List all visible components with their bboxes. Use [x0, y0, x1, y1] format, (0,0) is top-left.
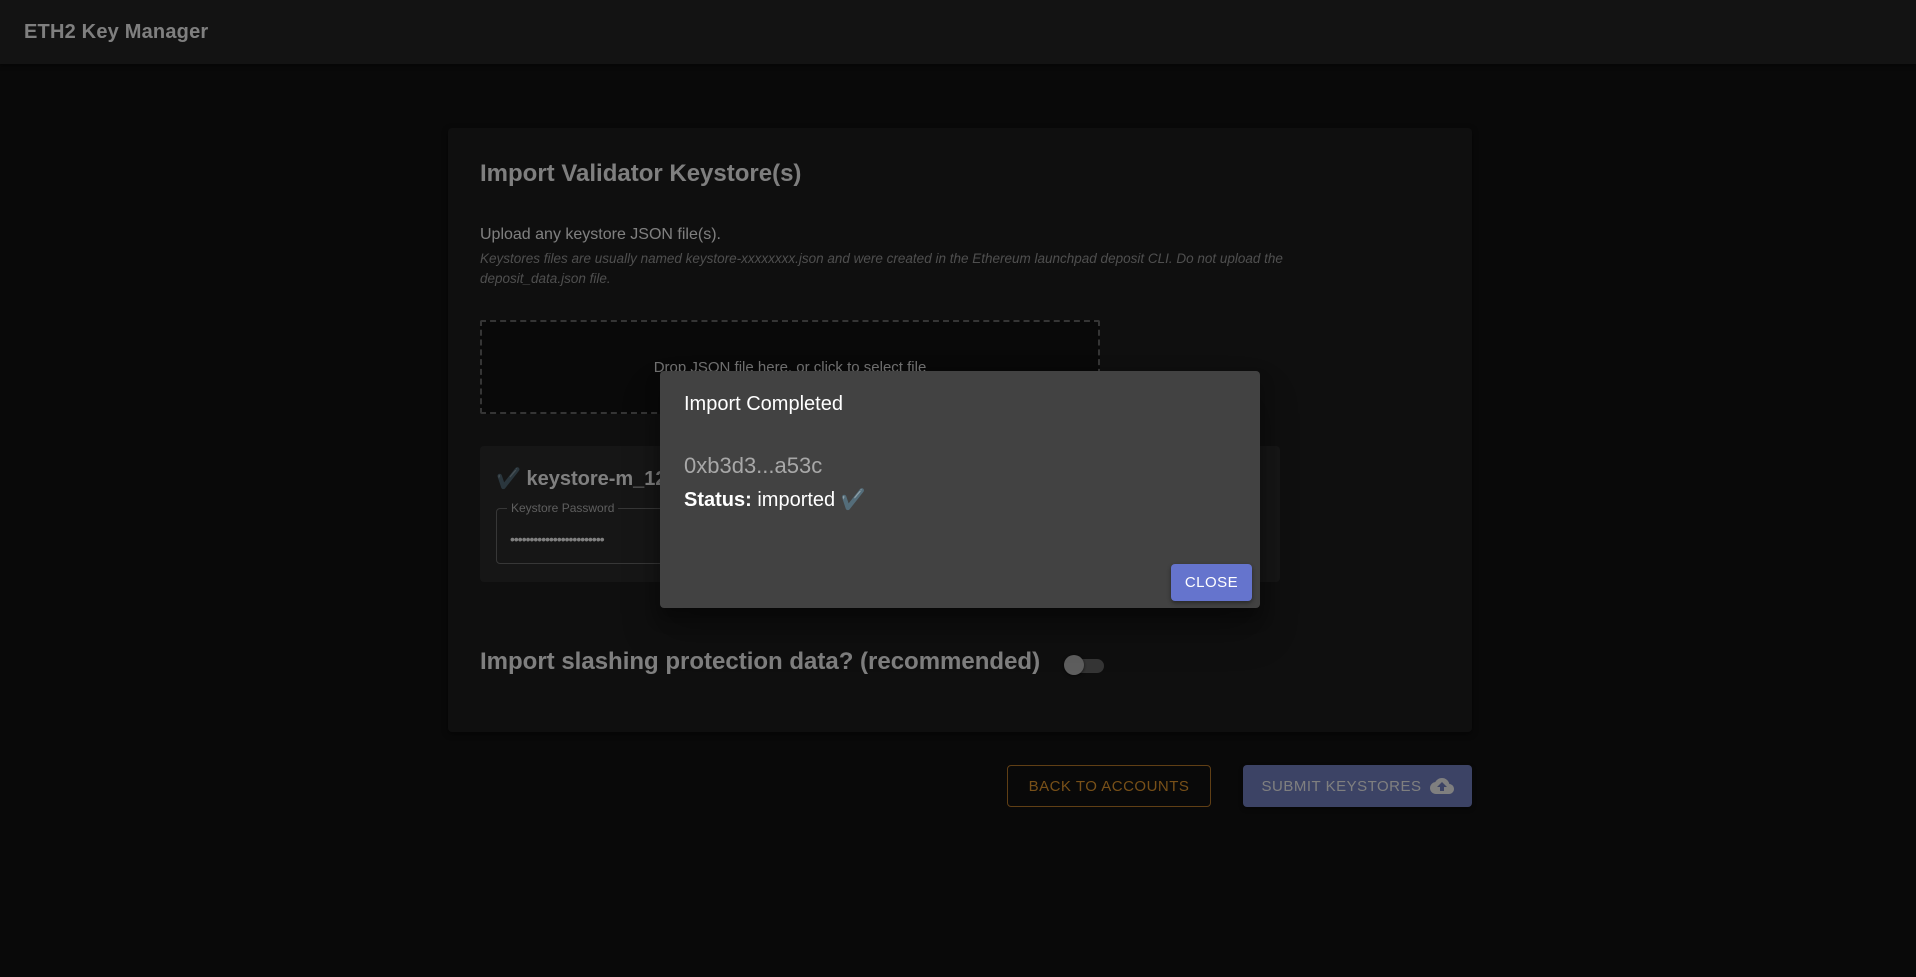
status-value: imported ✔️: [757, 489, 866, 511]
close-button[interactable]: CLOSE: [1171, 564, 1252, 601]
dialog-title: Import Completed: [684, 393, 843, 415]
import-completed-dialog: Import Completed 0xb3d3...a53c Status: i…: [660, 371, 1260, 608]
import-status: Status: imported ✔️: [684, 487, 866, 512]
status-label: Status:: [684, 489, 752, 511]
validator-pubkey: 0xb3d3...a53c: [684, 453, 823, 478]
